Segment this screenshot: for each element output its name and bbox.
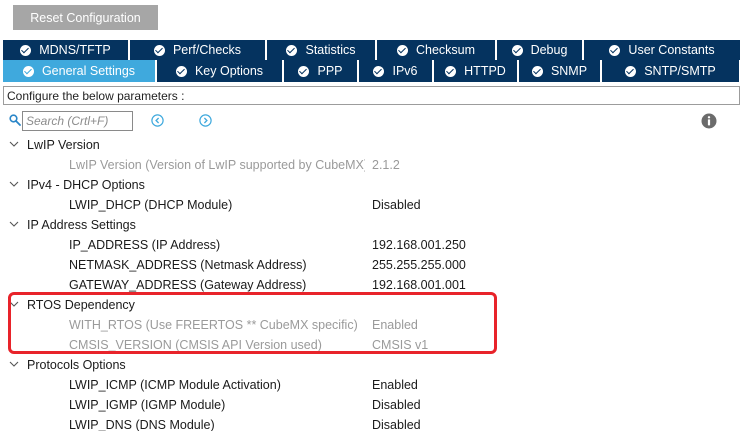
- param-name: LWIP_DHCP (DHCP Module): [69, 198, 233, 212]
- tab-snmp[interactable]: SNMP: [519, 60, 602, 82]
- chevron-down-icon[interactable]: [9, 300, 19, 308]
- tab-row-1: MDNS/TFTP Perf/Checks Statistics Checksu…: [3, 40, 740, 60]
- check-circle-icon: [20, 44, 32, 56]
- check-circle-icon: [609, 44, 621, 56]
- param-row[interactable]: LwIP Version (Version of LwIP supported …: [0, 155, 743, 175]
- param-name: NETMASK_ADDRESS (Netmask Address): [69, 258, 307, 272]
- param-name: LWIP_DNS (DNS Module): [69, 418, 215, 431]
- check-circle-icon: [511, 44, 523, 56]
- chevron-down-icon[interactable]: [9, 140, 19, 148]
- search-icon: [9, 114, 21, 126]
- tab-ppp[interactable]: PPP: [284, 60, 359, 82]
- param-value: Disabled: [372, 198, 421, 212]
- tab-sntp-smtp[interactable]: SNTP/SMTP: [602, 60, 739, 82]
- group-label: Protocols Options: [27, 358, 126, 372]
- tab-general-settings[interactable]: General Settings: [3, 60, 157, 82]
- chevron-right-circle-icon[interactable]: [199, 114, 212, 127]
- check-circle-icon: [445, 65, 457, 77]
- chevron-down-icon[interactable]: [9, 180, 19, 188]
- param-row[interactable]: CMSIS_VERSION (CMSIS API Version used) C…: [0, 335, 743, 355]
- param-name: IP_ADDRESS (IP Address): [69, 238, 221, 252]
- group-label: IPv4 - DHCP Options: [27, 178, 145, 192]
- param-name: CMSIS_VERSION (CMSIS API Version used): [69, 338, 322, 352]
- search-input[interactable]: [22, 111, 133, 131]
- param-value: CMSIS v1: [372, 338, 429, 352]
- chevron-left-circle-icon[interactable]: [151, 114, 164, 127]
- check-circle-icon: [373, 65, 385, 77]
- tab-user-constants[interactable]: User Constants: [584, 40, 740, 60]
- param-name: LwIP Version (Version of LwIP supported …: [69, 158, 365, 172]
- tab-httpd[interactable]: HTTPD: [434, 60, 519, 82]
- param-value: Enabled: [372, 378, 418, 392]
- param-name: GATEWAY_ADDRESS (Gateway Address): [69, 278, 307, 292]
- group-ipv4-dhcp-options[interactable]: IPv4 - DHCP Options: [0, 175, 743, 195]
- tab-debug[interactable]: Debug: [497, 40, 584, 60]
- tab-perf-checks[interactable]: Perf/Checks: [130, 40, 267, 60]
- group-label: LwIP Version: [27, 138, 100, 152]
- param-value: Enabled: [372, 318, 418, 332]
- check-circle-icon: [396, 44, 408, 56]
- param-value: 192.168.001.250: [372, 238, 466, 252]
- check-circle-icon: [298, 65, 310, 77]
- tab-mdns-tftp[interactable]: MDNS/TFTP: [3, 40, 130, 60]
- param-row[interactable]: LWIP_DNS (DNS Module) Disabled: [0, 415, 743, 431]
- param-value: 255.255.255.000: [372, 258, 466, 272]
- info-icon[interactable]: [701, 113, 717, 129]
- group-protocols-options[interactable]: Protocols Options: [0, 355, 743, 375]
- tab-checksum[interactable]: Checksum: [377, 40, 497, 60]
- param-row[interactable]: LWIP_IGMP (IGMP Module) Disabled: [0, 395, 743, 415]
- param-row[interactable]: LWIP_ICMP (ICMP Module Activation) Enabl…: [0, 375, 743, 395]
- parameter-tree: LwIP Version LwIP Version (Version of Lw…: [0, 135, 743, 431]
- tab-statistics[interactable]: Statistics: [267, 40, 377, 60]
- param-row[interactable]: IP_ADDRESS (IP Address) 192.168.001.250: [0, 235, 743, 255]
- param-name: WITH_RTOS (Use FREERTOS ** CubeMX specif…: [69, 318, 358, 332]
- check-circle-icon: [153, 44, 165, 56]
- param-value: Disabled: [372, 398, 421, 412]
- param-row[interactable]: GATEWAY_ADDRESS (Gateway Address) 192.16…: [0, 275, 743, 295]
- chevron-down-icon[interactable]: [9, 220, 19, 228]
- group-ip-address-settings[interactable]: IP Address Settings: [0, 215, 743, 235]
- tab-key-options[interactable]: Key Options: [157, 60, 284, 82]
- tab-row-2: General Settings Key Options PPP IPv6 HT…: [3, 60, 739, 82]
- configure-instructions: Configure the below parameters :: [3, 86, 740, 105]
- group-label: IP Address Settings: [27, 218, 136, 232]
- chevron-down-icon[interactable]: [9, 360, 19, 368]
- param-value: 192.168.001.001: [372, 278, 466, 292]
- check-circle-icon: [22, 65, 34, 77]
- check-circle-icon: [286, 44, 298, 56]
- group-label: RTOS Dependency: [27, 298, 135, 312]
- param-row[interactable]: WITH_RTOS (Use FREERTOS ** CubeMX specif…: [0, 315, 743, 335]
- check-circle-icon: [531, 65, 543, 77]
- tab-ipv6[interactable]: IPv6: [359, 60, 434, 82]
- reset-configuration-button[interactable]: Reset Configuration: [13, 5, 158, 30]
- check-circle-icon: [625, 65, 637, 77]
- param-row[interactable]: LWIP_DHCP (DHCP Module) Disabled: [0, 195, 743, 215]
- param-name: LWIP_IGMP (IGMP Module): [69, 398, 226, 412]
- param-row[interactable]: NETMASK_ADDRESS (Netmask Address) 255.25…: [0, 255, 743, 275]
- param-value: Disabled: [372, 418, 421, 431]
- param-value: 2.1.2: [372, 158, 400, 172]
- param-name: LWIP_ICMP (ICMP Module Activation): [69, 378, 281, 392]
- group-rtos-dependency[interactable]: RTOS Dependency: [0, 295, 743, 315]
- group-lwip-version[interactable]: LwIP Version: [0, 135, 743, 155]
- check-circle-icon: [175, 65, 187, 77]
